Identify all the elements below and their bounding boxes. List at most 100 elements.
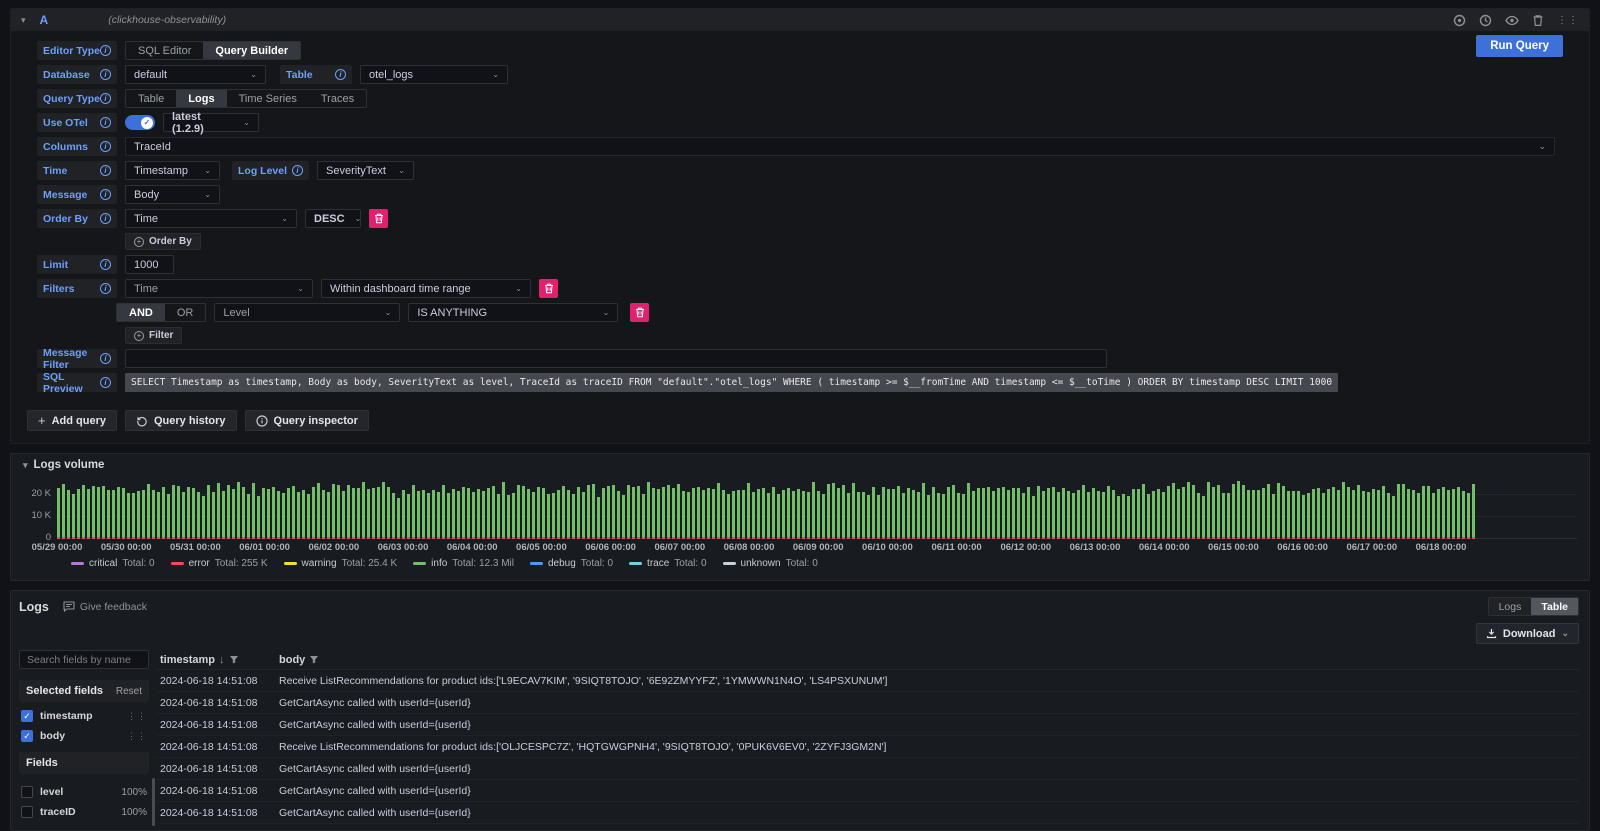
table-row[interactable]: 2024-06-18 14:51:08GetCartAsync called w…	[157, 714, 1579, 736]
logs-table-toggle: LogsTable	[1488, 597, 1579, 616]
table-row[interactable]: 2024-06-18 14:51:08GetCartAsync called w…	[157, 780, 1579, 802]
logs-volume-header[interactable]: ▾ Logs volume	[23, 459, 104, 471]
checkbox-checked[interactable]: ✓	[21, 730, 33, 742]
query-type-option-logs[interactable]: Logs	[176, 90, 226, 107]
legend-item-info[interactable]: infoTotal: 12.3 Mil	[413, 558, 514, 569]
eye-icon[interactable]	[1505, 14, 1519, 27]
give-feedback-link[interactable]: Give feedback	[63, 601, 147, 613]
collapse-chevron-icon[interactable]: ▾	[21, 16, 26, 25]
volume-bar	[422, 490, 425, 539]
filter-operator-select[interactable]: Within dashboard time range⌄	[321, 279, 531, 298]
table-row[interactable]: 2024-06-18 14:51:08GetCartAsync called w…	[157, 758, 1579, 780]
view-option-logs[interactable]: Logs	[1489, 598, 1532, 615]
volume-bar	[682, 491, 685, 539]
timestamp-column-header[interactable]: timestamp ↓	[157, 654, 279, 666]
table-row[interactable]: 2024-06-18 14:51:08GetCartAsync called w…	[157, 802, 1579, 824]
legend-item-warning[interactable]: warningTotal: 25.4 K	[284, 558, 398, 569]
body-column-header[interactable]: body	[279, 654, 319, 666]
drag-handle-icon[interactable]: ⋮⋮	[127, 731, 147, 742]
volume-bar	[62, 484, 65, 539]
volume-bar	[417, 491, 420, 539]
query-inspector-button[interactable]: Query inspector	[245, 410, 369, 431]
editor-type-option-query-builder[interactable]: Query Builder	[203, 42, 300, 59]
filter-funnel-icon[interactable]	[309, 655, 319, 664]
query-row-header[interactable]: ▾ A (clickhouse-observability) ⋮⋮	[11, 9, 1589, 31]
remove-filter2-button[interactable]	[630, 303, 649, 322]
reset-fields-button[interactable]: Reset	[116, 686, 142, 697]
info-icon[interactable]: i	[100, 283, 111, 294]
filter2-field-select[interactable]: Level⌄	[214, 303, 400, 322]
filter-field-select[interactable]: Time⌄	[125, 279, 313, 298]
use-otel-toggle[interactable]: ✓	[125, 115, 155, 130]
legend-item-debug[interactable]: debugTotal: 0	[530, 558, 613, 569]
run-query-button[interactable]: Run Query	[1476, 35, 1563, 57]
log-level-select[interactable]: SeverityText⌄	[317, 161, 414, 180]
legend-total: Total: 0	[674, 558, 706, 569]
query-type-option-traces[interactable]: Traces	[309, 90, 366, 107]
query-history-button[interactable]: Query history	[125, 410, 237, 431]
table-row[interactable]: 2024-06-18 14:51:08Receive ListRecommend…	[157, 670, 1579, 692]
legend-item-trace[interactable]: traceTotal: 0	[629, 558, 706, 569]
legend-item-critical[interactable]: criticalTotal: 0	[71, 558, 155, 569]
volume-bar	[822, 494, 825, 539]
info-icon[interactable]: i	[100, 353, 111, 364]
query-type-option-table[interactable]: Table	[126, 90, 176, 107]
volume-bar	[132, 493, 135, 539]
info-icon[interactable]: i	[100, 189, 111, 200]
delete-query-icon[interactable]	[1532, 14, 1544, 27]
conjunction-option-and[interactable]: AND	[117, 304, 165, 321]
query-type-option-time-series[interactable]: Time Series	[227, 90, 309, 107]
chevron-down-icon: ⌄	[398, 167, 405, 175]
info-icon[interactable]: i	[100, 69, 111, 80]
info-icon[interactable]: i	[100, 259, 111, 270]
limit-input[interactable]	[125, 255, 174, 274]
info-icon[interactable]: i	[100, 45, 111, 56]
remove-order-by-button[interactable]	[369, 209, 388, 228]
info-icon[interactable]: i	[100, 213, 111, 224]
editor-type-option-sql-editor[interactable]: SQL Editor	[126, 42, 203, 59]
legend-total: Total: 0	[122, 558, 154, 569]
add-query-button[interactable]: + Add query	[27, 410, 117, 431]
info-icon[interactable]: i	[335, 69, 346, 80]
columns-multiselect[interactable]: TraceId⌄	[125, 137, 1555, 156]
add-filter-button[interactable]: + Filter	[125, 327, 182, 344]
add-order-by-button[interactable]: + Order By	[125, 233, 201, 250]
info-icon[interactable]: i	[292, 165, 303, 176]
legend-item-unknown[interactable]: unknownTotal: 0	[723, 558, 818, 569]
order-by-field-select[interactable]: Time⌄	[125, 209, 297, 228]
otel-version-select[interactable]: latest (1.2.9)⌄	[163, 113, 259, 132]
conjunction-option-or[interactable]: OR	[165, 304, 206, 321]
filter2-operator-select[interactable]: IS ANYTHING⌄	[408, 303, 618, 322]
info-icon[interactable]: i	[100, 141, 111, 152]
info-icon[interactable]: i	[100, 93, 111, 104]
message-filter-input[interactable]	[125, 349, 1107, 368]
drag-handle-icon[interactable]: ⋮⋮	[127, 711, 147, 722]
table-select[interactable]: otel_logs⌄	[360, 65, 508, 84]
remove-filter-button[interactable]	[539, 279, 558, 298]
table-row[interactable]: 2024-06-18 14:51:08Receive ListRecommend…	[157, 736, 1579, 758]
sort-desc-icon[interactable]: ↓	[219, 654, 225, 666]
info-icon[interactable]: i	[100, 117, 111, 128]
message-column-select[interactable]: Body⌄	[125, 185, 220, 204]
checkbox-unchecked[interactable]	[21, 786, 33, 798]
volume-bar	[187, 487, 190, 539]
checkbox-checked[interactable]: ✓	[21, 710, 33, 722]
database-select[interactable]: default⌄	[125, 65, 266, 84]
order-by-direction-select[interactable]: DESC⌄	[305, 209, 361, 228]
disable-query-icon[interactable]	[1453, 14, 1466, 27]
time-column-select[interactable]: Timestamp⌄	[125, 161, 220, 180]
info-icon[interactable]: i	[100, 165, 111, 176]
query-history-icon[interactable]	[1479, 14, 1492, 27]
checkbox-unchecked[interactable]	[21, 806, 33, 818]
info-icon[interactable]: i	[100, 377, 111, 388]
download-button[interactable]: Download ⌄	[1476, 623, 1579, 644]
filter-funnel-icon[interactable]	[229, 655, 239, 664]
legend-item-error[interactable]: errorTotal: 255 K	[171, 558, 268, 569]
logs-content: Selected fields Reset ✓timestamp⋮⋮✓body⋮…	[19, 650, 1579, 831]
table-row[interactable]: 2024-06-18 14:51:08GetCartAsync called w…	[157, 692, 1579, 714]
search-fields-input[interactable]	[19, 650, 149, 669]
scrollbar[interactable]	[152, 778, 155, 826]
table-row[interactable]: 2024-06-18 14:51:08Receive ListRecommend…	[157, 824, 1579, 831]
view-option-table[interactable]: Table	[1531, 598, 1578, 615]
drag-handle-icon[interactable]: ⋮⋮	[1557, 15, 1579, 26]
